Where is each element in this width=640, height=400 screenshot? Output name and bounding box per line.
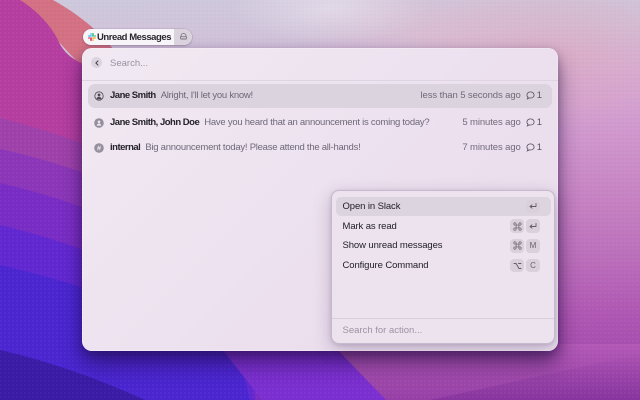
svg-text:#: # <box>97 143 101 152</box>
